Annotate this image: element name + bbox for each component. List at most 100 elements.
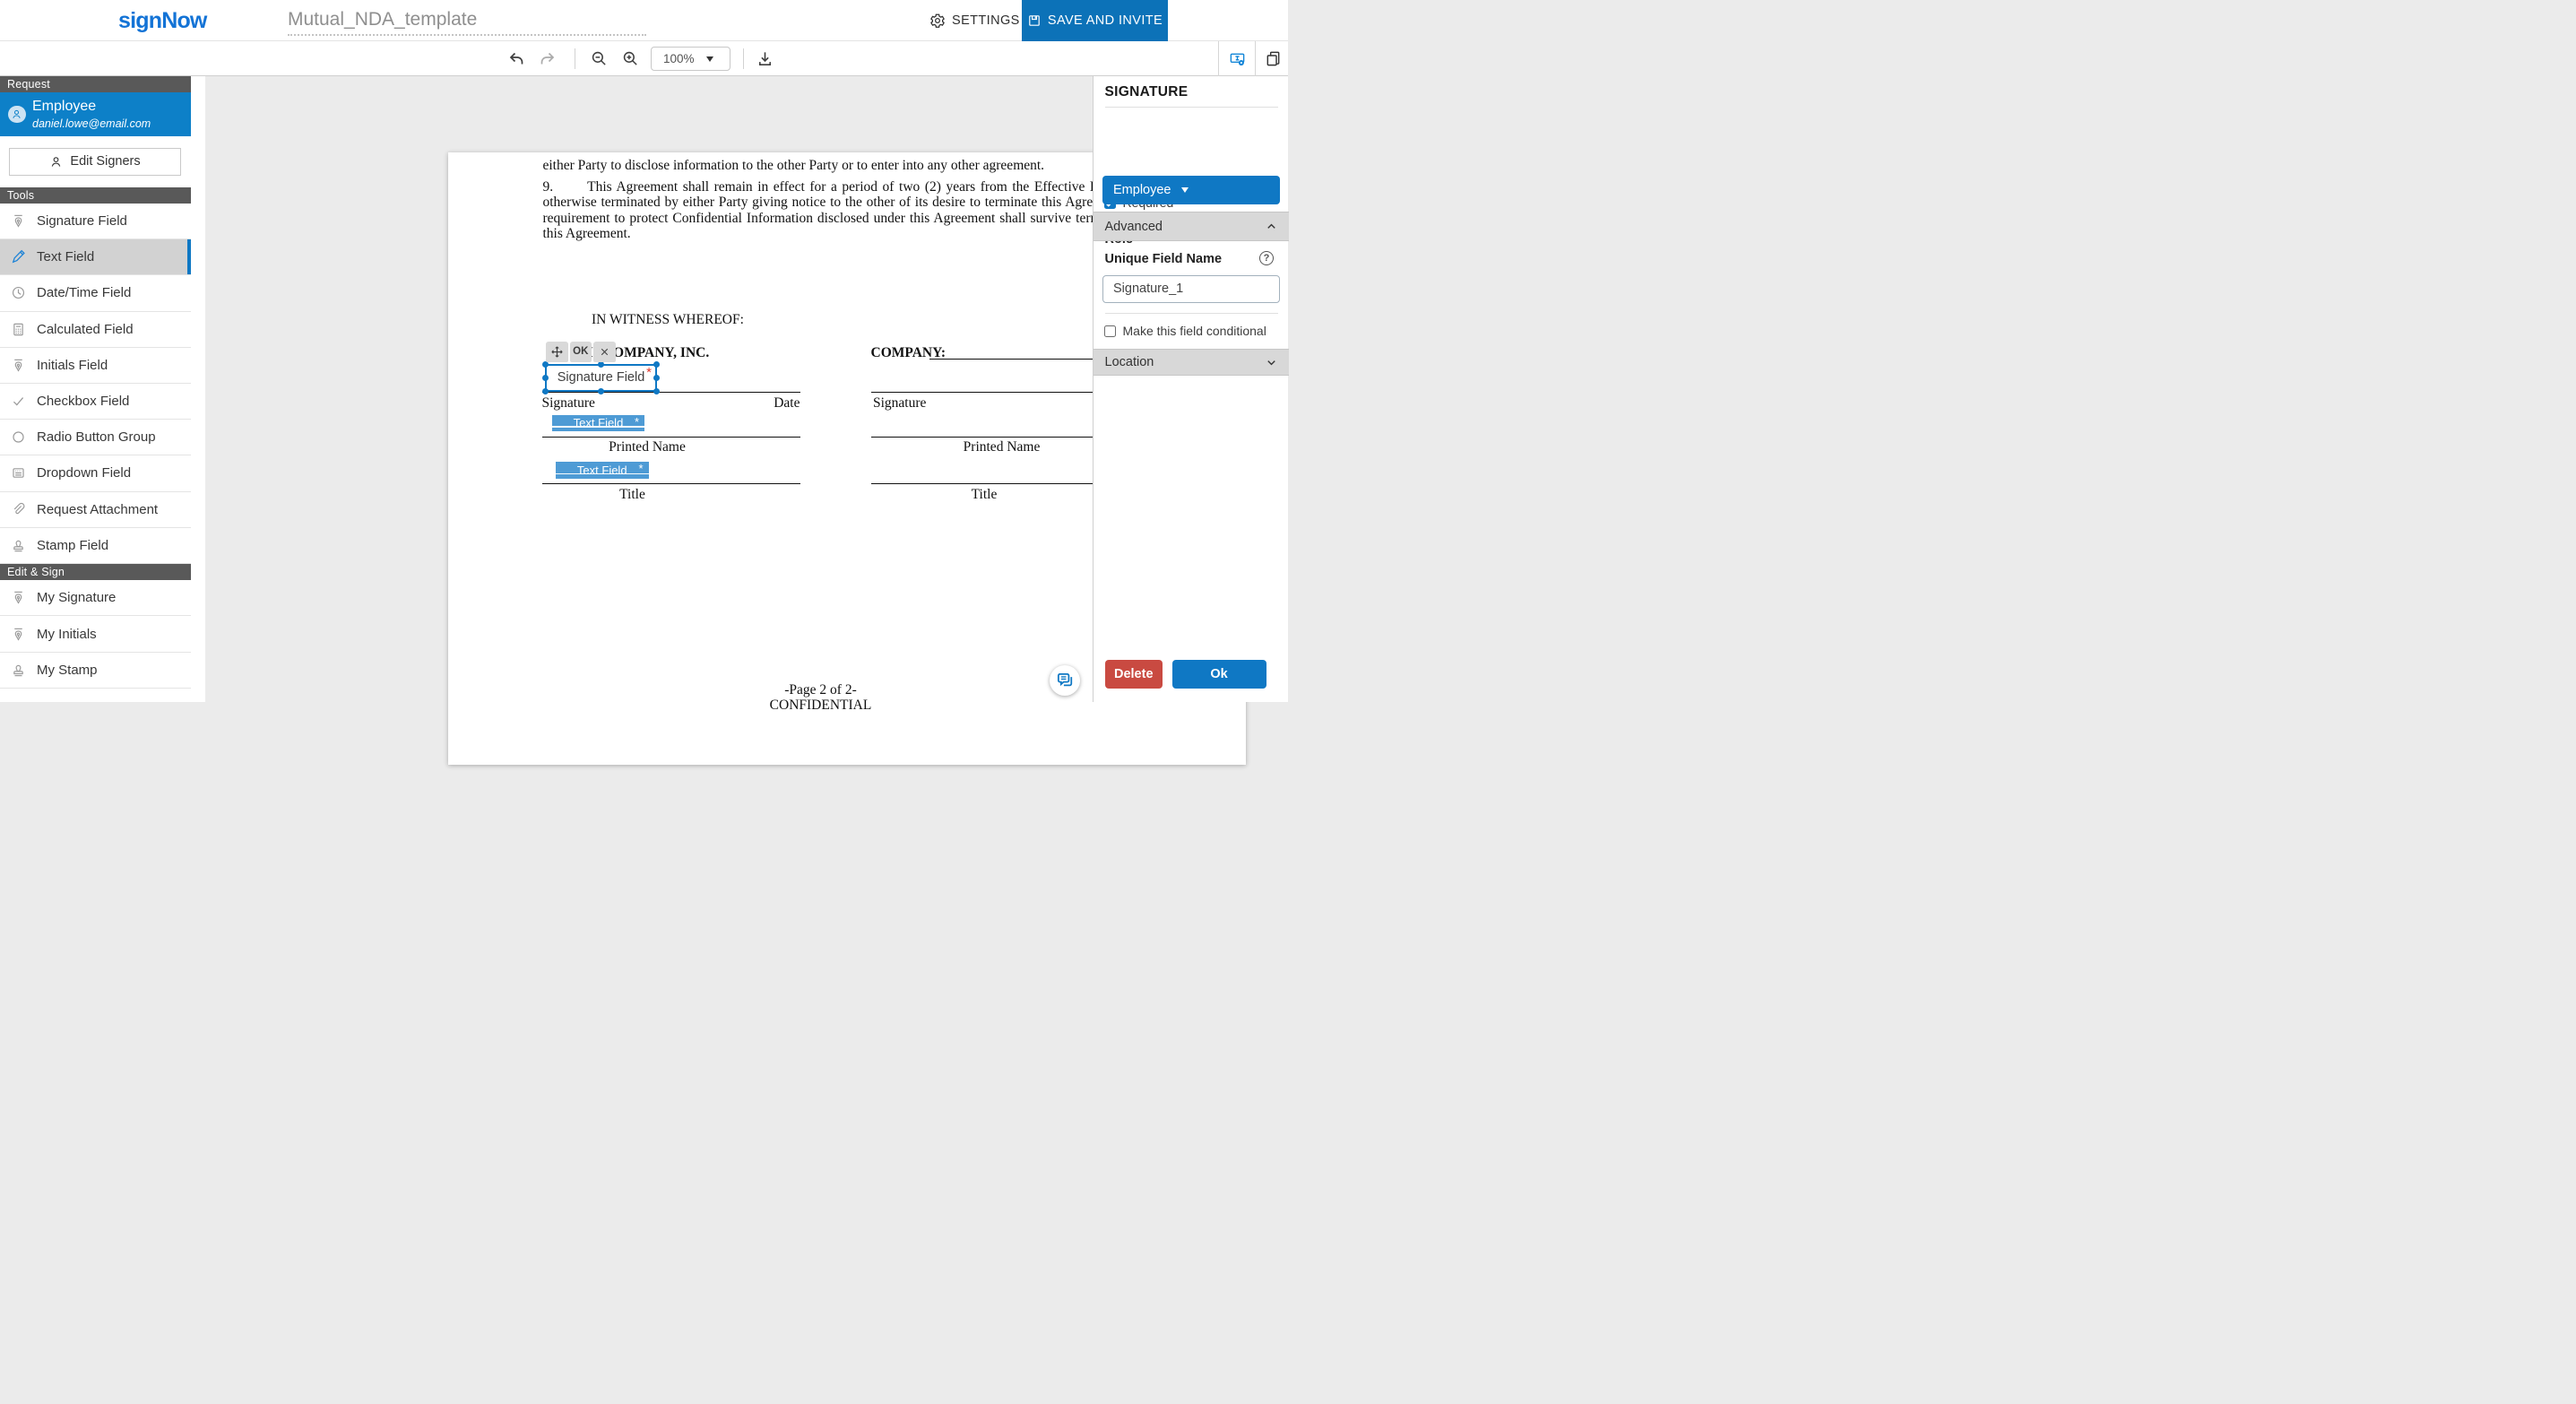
close-x-icon: [599, 346, 610, 358]
dropdown-list-icon: [11, 465, 26, 481]
sidebar-item-my-initials[interactable]: My Initials: [0, 616, 191, 653]
divider: [1105, 313, 1278, 314]
toolbar-divider: [743, 48, 744, 69]
undo-button[interactable]: [507, 41, 525, 76]
field-properties-panel: SIGNATURE Required Role Employee Advance…: [1093, 76, 1288, 702]
sidebar-item-datetime-field[interactable]: Date/Time Field: [0, 275, 191, 311]
document-title-input[interactable]: [288, 5, 646, 36]
sidebar-item-request-attachment[interactable]: Request Attachment: [0, 492, 191, 528]
redo-button[interactable]: [539, 41, 557, 76]
sidebar-scroll-track[interactable]: [191, 76, 205, 702]
settings-label: SETTINGS: [952, 13, 1020, 28]
clause-number: 9.: [543, 179, 554, 195]
copy-pages-icon: [1265, 50, 1282, 67]
sidebar-item-my-signature[interactable]: My Signature: [0, 580, 191, 617]
sidebar-item-signature-field[interactable]: Signature Field: [0, 204, 191, 239]
pen-nib-icon: [11, 627, 26, 642]
calculator-icon: [11, 322, 26, 337]
sidebar-item-stamp-field[interactable]: Stamp Field: [0, 528, 191, 564]
resize-handle[interactable]: [542, 388, 549, 394]
resize-handle[interactable]: [598, 388, 604, 394]
help-circle-icon[interactable]: [1259, 251, 1274, 265]
signer-name: Employee: [32, 99, 96, 115]
signnow-logo[interactable]: signNow: [118, 8, 207, 34]
field-delete-button[interactable]: [593, 342, 616, 362]
document-canvas-area: either Party to disclose information to …: [205, 76, 1094, 702]
document-paragraph: either Party to disclose information to …: [543, 158, 1156, 174]
editor-toolbar: 100%: [0, 41, 1288, 76]
caret-down-icon: [706, 56, 713, 62]
field-settings-button[interactable]: [1229, 41, 1246, 76]
sidebar-item-initials-field[interactable]: Initials Field: [0, 348, 191, 384]
page-number: -Page 2 of 2-: [542, 682, 1100, 698]
edit-signers-button[interactable]: Edit Signers: [9, 148, 181, 176]
unique-field-name-input[interactable]: [1102, 275, 1280, 303]
sidebar-item-dropdown-field[interactable]: Dropdown Field: [0, 455, 191, 491]
move-arrows-icon: [550, 345, 564, 359]
sidebar-item-calculated-field[interactable]: Calculated Field: [0, 312, 191, 348]
copy-pages-button[interactable]: [1265, 41, 1282, 76]
toolbar-divider: [1218, 41, 1219, 76]
sidebar-item-my-stamp[interactable]: My Stamp: [0, 653, 191, 689]
avatar: [8, 106, 26, 124]
left-sidebar: Request Employee daniel.lowe@email.com E…: [0, 76, 191, 702]
checkmark-icon: [11, 394, 26, 409]
zoom-out-icon: [591, 50, 608, 67]
chat-support-button[interactable]: [1050, 665, 1080, 696]
pen-nib-icon: [11, 358, 26, 373]
delete-field-button[interactable]: Delete: [1105, 660, 1163, 689]
conditional-checkbox[interactable]: [1104, 325, 1116, 337]
pen-nib-icon: [11, 590, 26, 605]
field-move-button[interactable]: [546, 342, 568, 362]
placed-signature-field[interactable]: Signature Field *: [545, 364, 657, 392]
conditional-label: Make this field conditional: [1123, 324, 1266, 338]
gear-icon: [929, 13, 946, 29]
ok-button[interactable]: Ok: [1172, 660, 1266, 689]
zoom-out-button[interactable]: [591, 41, 608, 76]
zoom-in-icon: [622, 50, 639, 67]
role-dropdown[interactable]: Employee: [1102, 176, 1280, 204]
toolbar-divider: [1255, 41, 1256, 76]
pencil-icon: [11, 249, 26, 264]
settings-button[interactable]: SETTINGS: [929, 0, 1020, 41]
resize-handle[interactable]: [653, 375, 660, 381]
witness-whereof-line: IN WITNESS WHEREOF:: [592, 312, 744, 328]
stamp-icon: [11, 538, 26, 553]
sidebar-item-text-field[interactable]: Text Field: [0, 239, 191, 275]
field-ok-button[interactable]: OK: [570, 342, 592, 362]
resize-handle[interactable]: [542, 361, 549, 368]
location-section-toggle[interactable]: Location: [1094, 349, 1289, 376]
title-label: Title: [619, 487, 645, 503]
resize-handle[interactable]: [653, 388, 660, 394]
redo-arrow-icon: [539, 50, 557, 68]
printed-name-label: Printed Name: [964, 439, 1041, 455]
signer-employee-row[interactable]: Employee daniel.lowe@email.com: [0, 92, 191, 136]
signature-line: [542, 392, 800, 393]
edit-signers-label: Edit Signers: [70, 154, 140, 169]
zoom-level-select[interactable]: 100%: [651, 47, 730, 71]
request-section-header: Request: [0, 76, 191, 92]
sidebar-item-radio-button-group[interactable]: Radio Button Group: [0, 420, 191, 455]
zoom-in-button[interactable]: [622, 41, 639, 76]
printed-name-line: [542, 437, 800, 438]
resize-handle[interactable]: [598, 361, 604, 368]
resize-handle[interactable]: [542, 375, 549, 381]
divider: [1105, 107, 1278, 108]
advanced-section-toggle[interactable]: Advanced: [1094, 212, 1289, 241]
person-icon: [49, 155, 63, 169]
chevron-up-icon: [1265, 220, 1278, 233]
chat-bubbles-icon: [1055, 671, 1075, 690]
resize-handle[interactable]: [653, 361, 660, 368]
sidebar-item-checkbox-field[interactable]: Checkbox Field: [0, 384, 191, 420]
title-line: [542, 483, 800, 484]
placed-text-field[interactable]: Text Field *: [552, 415, 644, 432]
placed-text-field[interactable]: Text Field *: [556, 462, 649, 479]
required-marker: *: [646, 365, 652, 380]
required-marker: *: [635, 415, 639, 429]
chevron-down-icon: [1265, 356, 1278, 369]
page-footer: -Page 2 of 2- CONFIDENTIAL: [542, 682, 1100, 713]
download-button[interactable]: [756, 41, 774, 76]
save-and-invite-button[interactable]: SAVE AND INVITE: [1022, 0, 1168, 41]
stamp-icon: [11, 663, 26, 678]
conditional-checkbox-row[interactable]: Make this field conditional: [1104, 324, 1266, 338]
